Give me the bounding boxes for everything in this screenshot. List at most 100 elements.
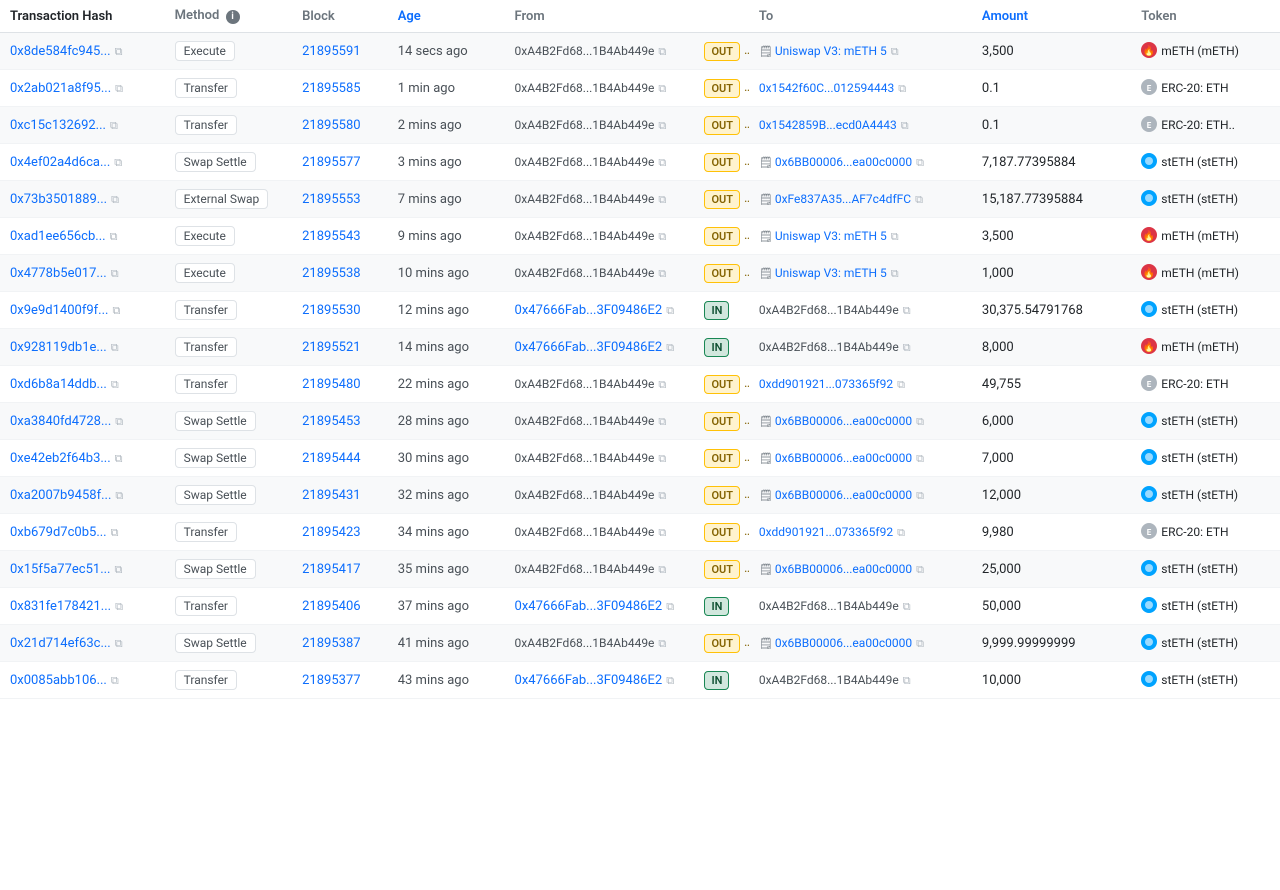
block-link[interactable]: 21895377: [302, 673, 360, 688]
block-link[interactable]: 21895444: [302, 451, 360, 466]
tx-hash-link[interactable]: 0x4ef02a4d6ca...: [10, 155, 110, 170]
copy-icon[interactable]: ⧉: [115, 489, 123, 503]
copy-icon[interactable]: ⧉: [111, 674, 119, 688]
to-address[interactable]: 0x6BB00006...ea00c0000: [775, 488, 912, 502]
copy-icon[interactable]: ⧉: [891, 45, 899, 59]
copy-icon[interactable]: ⧉: [916, 637, 924, 651]
copy-icon[interactable]: ⧉: [898, 82, 906, 96]
block-link[interactable]: 21895431: [302, 488, 360, 503]
block-link[interactable]: 21895585: [302, 81, 360, 96]
copy-icon[interactable]: ⧉: [666, 304, 674, 318]
copy-icon[interactable]: ⧉: [658, 526, 666, 540]
block-link[interactable]: 21895423: [302, 525, 360, 540]
to-address[interactable]: 0x1542859B...ecd0A4443: [759, 118, 897, 132]
tx-hash-link[interactable]: 0x2ab021a8f95...: [10, 81, 111, 96]
tx-hash-link[interactable]: 0x21d714ef63c...: [10, 636, 111, 651]
tx-hash-link[interactable]: 0x831fe178421...: [10, 599, 111, 614]
copy-icon[interactable]: ⧉: [114, 156, 122, 170]
block-link[interactable]: 21895591: [302, 44, 360, 59]
from-address[interactable]: 0x47666Fab...3F09486E2: [515, 303, 663, 318]
copy-icon[interactable]: ⧉: [115, 600, 123, 614]
copy-icon[interactable]: ⧉: [658, 230, 666, 244]
copy-icon[interactable]: ⧉: [916, 489, 924, 503]
copy-icon[interactable]: ⧉: [114, 563, 122, 577]
to-address[interactable]: 0xdd901921...073365f92: [759, 525, 893, 539]
to-address[interactable]: 0x6BB00006...ea00c0000: [775, 414, 912, 428]
block-link[interactable]: 21895538: [302, 266, 360, 281]
tx-hash-link[interactable]: 0x8de584fc945...: [10, 44, 111, 59]
copy-icon[interactable]: ⧉: [891, 230, 899, 244]
copy-icon[interactable]: ⧉: [658, 452, 666, 466]
copy-icon[interactable]: ⧉: [903, 341, 911, 355]
tx-hash-link[interactable]: 0x73b3501889...: [10, 192, 107, 207]
copy-icon[interactable]: ⧉: [110, 119, 118, 133]
to-address[interactable]: 0xdd901921...073365f92: [759, 377, 893, 391]
copy-icon[interactable]: ⧉: [658, 267, 666, 281]
tx-hash-link[interactable]: 0xb679d7c0b5...: [10, 525, 107, 540]
block-link[interactable]: 21895530: [302, 303, 360, 318]
copy-icon[interactable]: ⧉: [901, 119, 909, 133]
copy-icon[interactable]: ⧉: [115, 82, 123, 96]
block-link[interactable]: 21895417: [302, 562, 360, 577]
to-address[interactable]: 0xFe837A35...AF7c4dfFC: [775, 192, 911, 206]
tx-hash-link[interactable]: 0xa3840fd4728...: [10, 414, 111, 429]
block-link[interactable]: 21895406: [302, 599, 360, 614]
tx-hash-link[interactable]: 0xe42eb2f64b3...: [10, 451, 111, 466]
copy-icon[interactable]: ⧉: [897, 526, 905, 540]
copy-icon[interactable]: ⧉: [658, 193, 666, 207]
block-link[interactable]: 21895387: [302, 636, 360, 651]
to-address[interactable]: 0x6BB00006...ea00c0000: [775, 451, 912, 465]
copy-icon[interactable]: ⧉: [897, 378, 905, 392]
tx-hash-link[interactable]: 0xd6b8a14ddb...: [10, 377, 107, 392]
copy-icon[interactable]: ⧉: [110, 230, 118, 244]
block-link[interactable]: 21895480: [302, 377, 360, 392]
block-link[interactable]: 21895453: [302, 414, 360, 429]
block-link[interactable]: 21895553: [302, 192, 360, 207]
tx-hash-link[interactable]: 0x4778b5e017...: [10, 266, 107, 281]
to-address[interactable]: Uniswap V3: mETH 5: [775, 229, 887, 243]
copy-icon[interactable]: ⧉: [658, 82, 666, 96]
copy-icon[interactable]: ⧉: [891, 267, 899, 281]
to-address[interactable]: 0x6BB00006...ea00c0000: [775, 636, 912, 650]
from-address[interactable]: 0x47666Fab...3F09486E2: [515, 599, 663, 614]
block-link[interactable]: 21895580: [302, 118, 360, 133]
copy-icon[interactable]: ⧉: [666, 600, 674, 614]
copy-icon[interactable]: ⧉: [115, 637, 123, 651]
copy-icon[interactable]: ⧉: [658, 489, 666, 503]
copy-icon[interactable]: ⧉: [903, 674, 911, 688]
copy-icon[interactable]: ⧉: [658, 156, 666, 170]
to-address[interactable]: 0x6BB00006...ea00c0000: [775, 155, 912, 169]
copy-icon[interactable]: ⧉: [916, 415, 924, 429]
from-address[interactable]: 0x47666Fab...3F09486E2: [515, 340, 663, 355]
tx-hash-link[interactable]: 0x9e9d1400f9f...: [10, 303, 108, 318]
copy-icon[interactable]: ⧉: [115, 452, 123, 466]
copy-icon[interactable]: ⧉: [666, 341, 674, 355]
copy-icon[interactable]: ⧉: [111, 526, 119, 540]
copy-icon[interactable]: ⧉: [658, 119, 666, 133]
copy-icon[interactable]: ⧉: [916, 452, 924, 466]
copy-icon[interactable]: ⧉: [916, 156, 924, 170]
tx-hash-link[interactable]: 0xa2007b9458f...: [10, 488, 111, 503]
copy-icon[interactable]: ⧉: [111, 267, 119, 281]
block-link[interactable]: 21895521: [302, 340, 360, 355]
copy-icon[interactable]: ⧉: [115, 415, 123, 429]
copy-icon[interactable]: ⧉: [903, 304, 911, 318]
copy-icon[interactable]: ⧉: [111, 341, 119, 355]
copy-icon[interactable]: ⧉: [111, 193, 119, 207]
copy-icon[interactable]: ⧉: [115, 45, 123, 59]
tx-hash-link[interactable]: 0x15f5a77ec51...: [10, 562, 110, 577]
block-link[interactable]: 21895543: [302, 229, 360, 244]
copy-icon[interactable]: ⧉: [112, 304, 120, 318]
tx-hash-link[interactable]: 0x0085abb106...: [10, 673, 107, 688]
block-link[interactable]: 21895577: [302, 155, 360, 170]
to-address[interactable]: Uniswap V3: mETH 5: [775, 44, 887, 58]
copy-icon[interactable]: ⧉: [658, 637, 666, 651]
to-address[interactable]: 0x6BB00006...ea00c0000: [775, 562, 912, 576]
tx-hash-link[interactable]: 0xc15c132692...: [10, 118, 106, 133]
copy-icon[interactable]: ⧉: [658, 378, 666, 392]
copy-icon[interactable]: ⧉: [658, 415, 666, 429]
from-address[interactable]: 0x47666Fab...3F09486E2: [515, 673, 663, 688]
copy-icon[interactable]: ⧉: [903, 600, 911, 614]
copy-icon[interactable]: ⧉: [916, 563, 924, 577]
copy-icon[interactable]: ⧉: [658, 45, 666, 59]
